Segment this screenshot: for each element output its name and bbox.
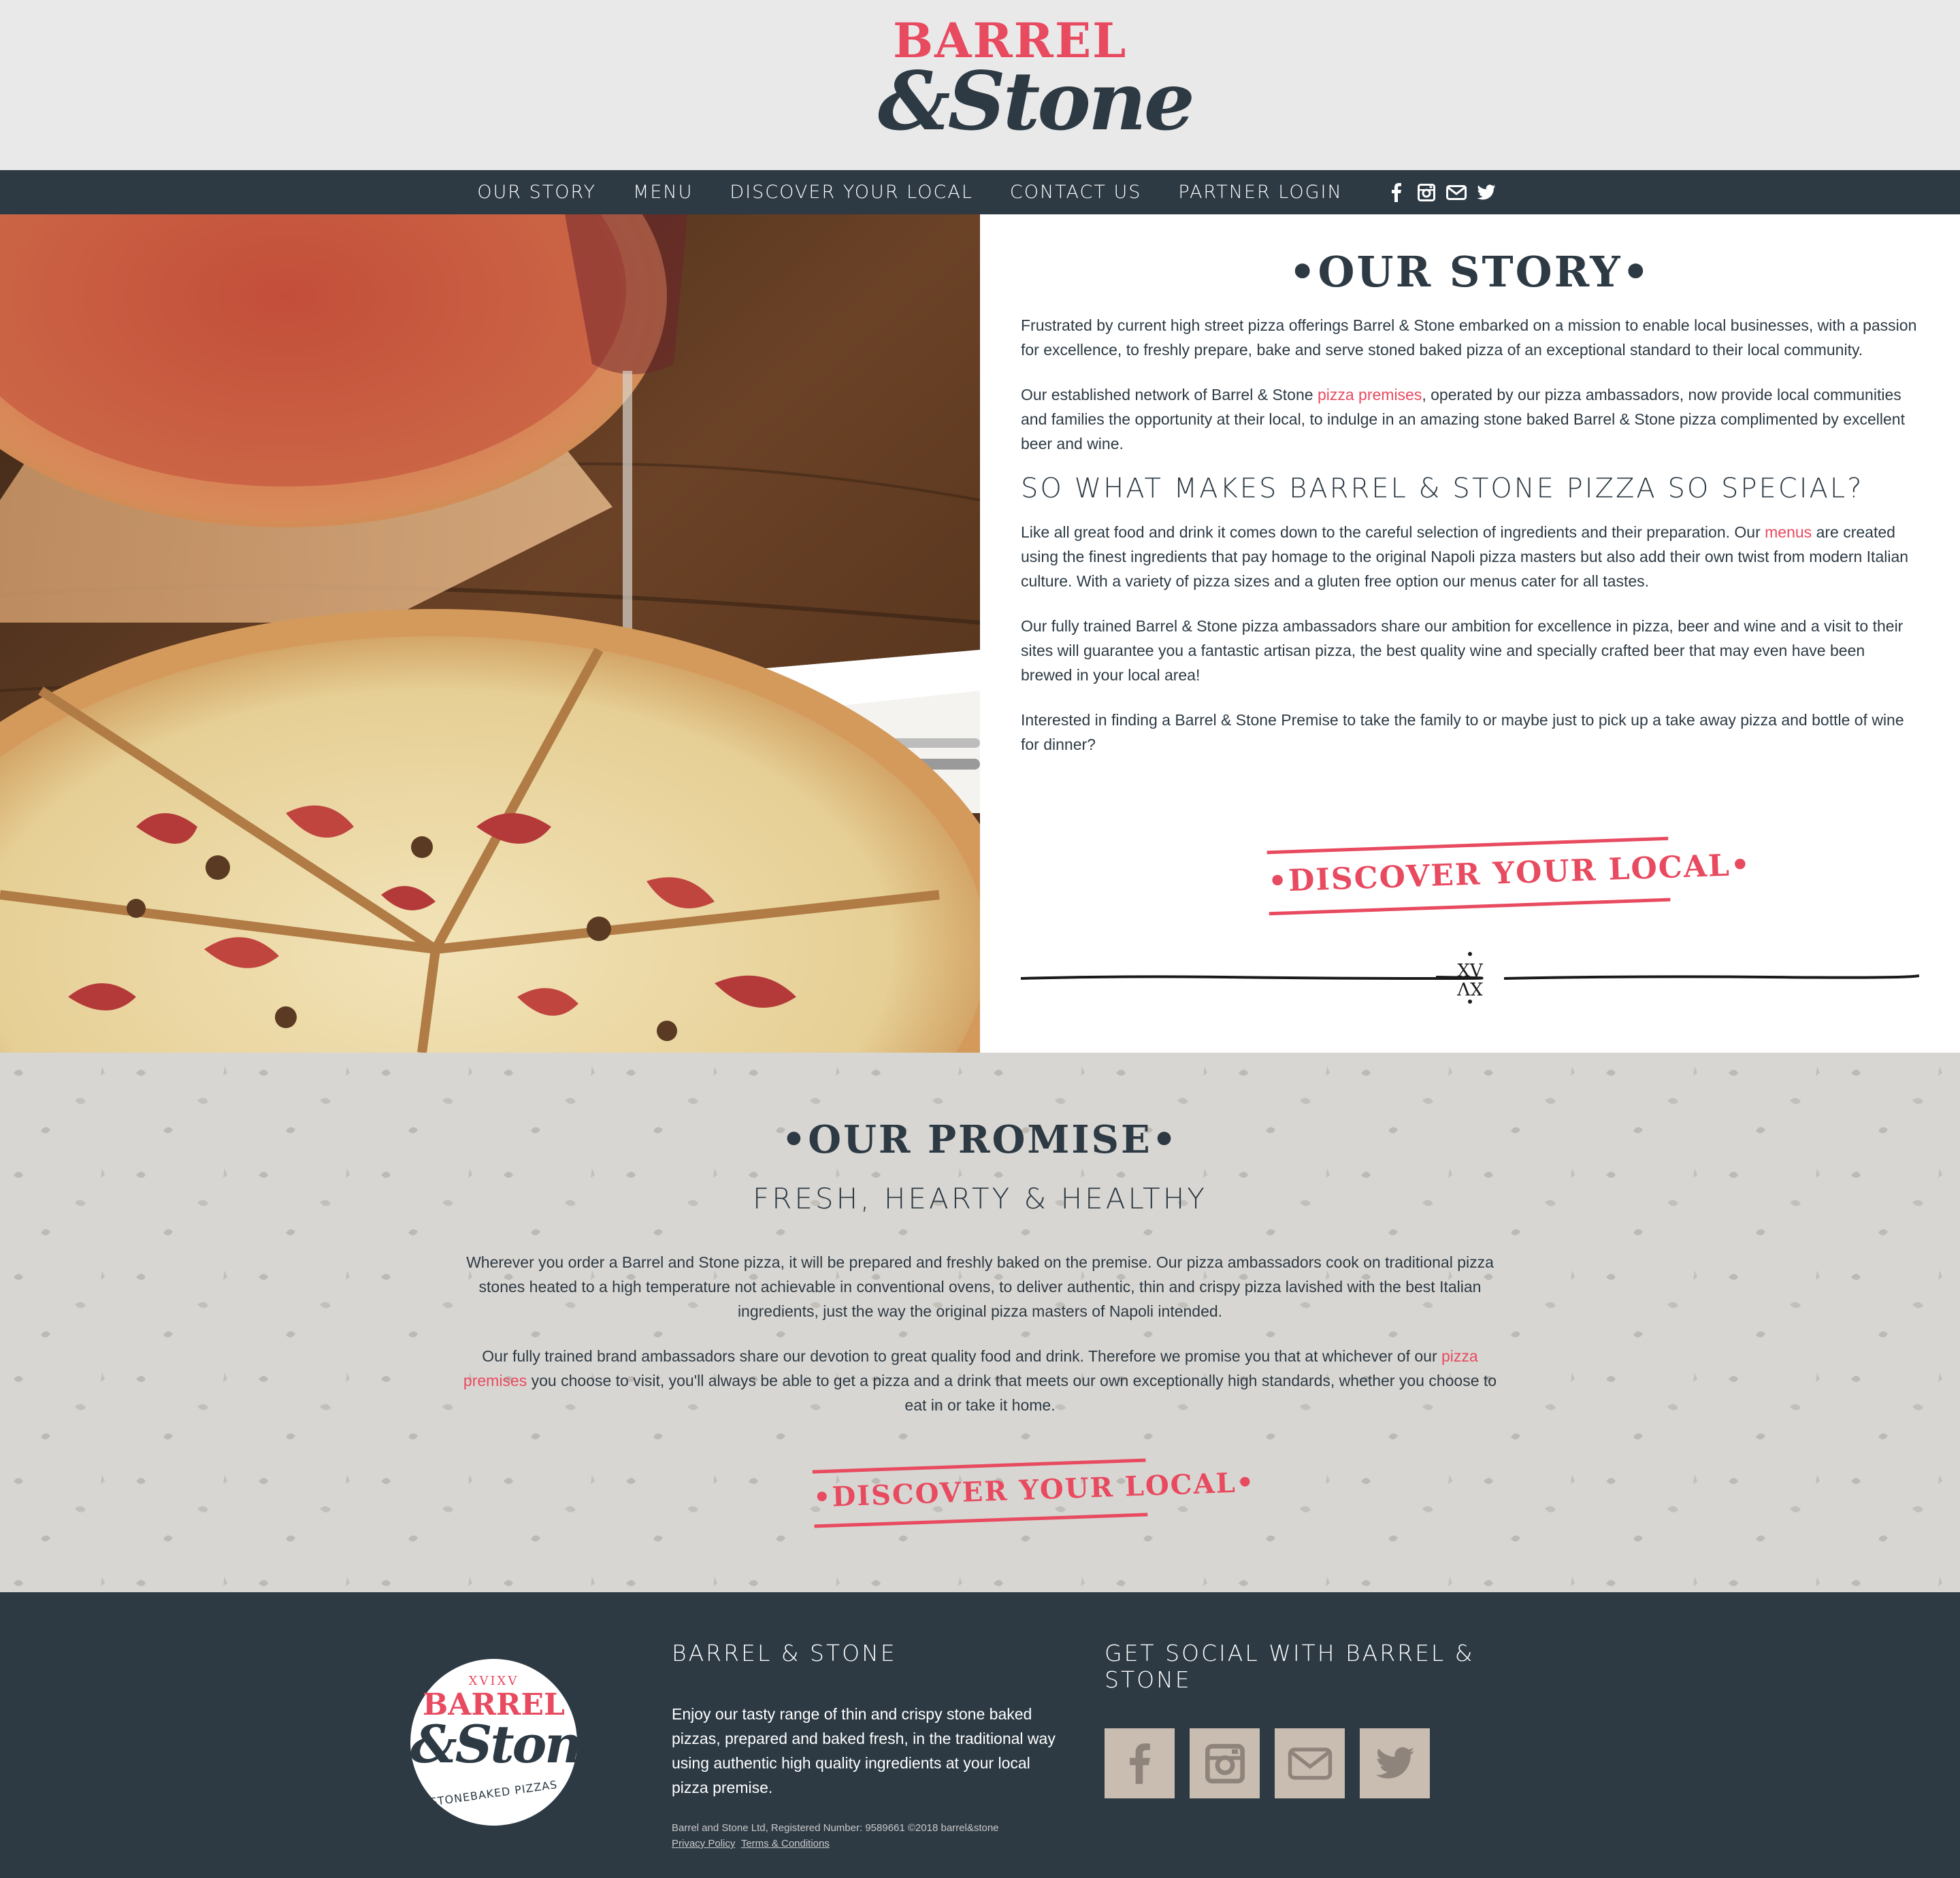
- mail-icon[interactable]: [1446, 182, 1467, 203]
- pizza-photo: [0, 214, 980, 1053]
- instagram-button[interactable]: [1190, 1728, 1260, 1798]
- promise-paragraph-1: Wherever you order a Barrel and Stone pi…: [466, 1253, 1494, 1320]
- footer-legal: Barrel and Stone Ltd, Registered Number:…: [672, 1822, 999, 1834]
- story-p2-text: Our established network of Barrel & Ston…: [1021, 386, 1318, 403]
- discover-your-local-button[interactable]: •DISCOVER YOUR LOCAL•: [1267, 836, 1752, 916]
- instagram-icon: [1205, 1743, 1245, 1783]
- our-story-section: •OUR STORY• Frustrated by current high s…: [980, 214, 1960, 1053]
- discover-your-local-button[interactable]: •DISCOVER YOUR LOCAL•: [812, 1458, 1256, 1528]
- menus-link[interactable]: menus: [1765, 523, 1812, 541]
- section-divider: XV XV: [1020, 946, 1920, 1007]
- nav-social-icons: [1382, 182, 1501, 203]
- pizza-premises-link[interactable]: pizza premises: [1318, 386, 1422, 403]
- facebook-button[interactable]: [1105, 1728, 1175, 1798]
- footer-logo-tagline: STONEBAKED PIZZAS: [429, 1777, 559, 1809]
- our-promise-section: •OUR PROMISE• FRESH, HEARTY & HEALTHY Wh…: [0, 1053, 1960, 1592]
- footer-logo[interactable]: XVIXV BARREL &Stone STONEBAKED PIZZAS: [410, 1659, 613, 1826]
- nav-contact-us[interactable]: CONTACT US: [1010, 182, 1142, 203]
- footer-brand-heading: BARREL & STONE: [672, 1640, 897, 1666]
- privacy-policy-link[interactable]: Privacy Policy: [672, 1838, 735, 1849]
- footer-links: Privacy Policy Terms & Conditions: [672, 1838, 1060, 1850]
- site-footer: XVIXV BARREL &Stone STONEBAKED PIZZAS BA…: [0, 1592, 1960, 1878]
- terms-conditions-link[interactable]: Terms & Conditions: [741, 1838, 830, 1849]
- instagram-icon[interactable]: [1416, 182, 1437, 203]
- footer-social: GET SOCIAL WITH BARREL & STONE: [1105, 1640, 1513, 1798]
- twitter-icon[interactable]: [1475, 182, 1497, 203]
- promise-subtitle: FRESH, HEARTY & HEALTHY: [753, 1182, 1207, 1215]
- story-p3-text: Like all great food and drink it comes d…: [1021, 523, 1765, 541]
- footer-description: Enjoy our tasty range of thin and crispy…: [672, 1705, 1056, 1796]
- nav-menu[interactable]: MENU: [633, 182, 693, 203]
- story-paragraph-5: Interested in finding a Barrel & Stone P…: [1021, 711, 1904, 753]
- story-paragraph-1: Frustrated by current high street pizza …: [1021, 316, 1917, 359]
- main-nav: OUR STORY MENU DISCOVER YOUR LOCAL CONTA…: [0, 170, 1960, 214]
- site-header: BARREL &Stone: [0, 0, 1960, 170]
- our-promise-title: •OUR PROMISE•: [781, 1117, 1179, 1162]
- our-story-title: •OUR STORY•: [1288, 247, 1652, 297]
- promise-p2-text: Our fully trained brand ambassadors shar…: [482, 1347, 1442, 1365]
- promise-p2-text-end: you choose to visit, you'll always be ab…: [527, 1372, 1497, 1414]
- mail-button[interactable]: [1275, 1728, 1345, 1798]
- mail-icon: [1288, 1747, 1332, 1779]
- story-paragraph-2: Our established network of Barrel & Ston…: [1021, 382, 1919, 456]
- footer-logo-stone: &Stone: [410, 1714, 613, 1775]
- special-heading: SO WHAT MAKES BARREL & STONE PIZZA SO SP…: [1021, 473, 1864, 504]
- facebook-icon[interactable]: [1386, 182, 1407, 203]
- story-paragraph-3: Like all great food and drink it comes d…: [1021, 520, 1919, 593]
- logo-stone-text: &Stone: [878, 54, 1195, 148]
- nav-partner-login[interactable]: PARTNER LOGIN: [1178, 182, 1342, 203]
- divider-mark-flipped: XV: [1456, 978, 1483, 998]
- footer-about: BARREL & STONE Enjoy our tasty range of …: [672, 1640, 1060, 1850]
- promise-paragraph-2: Our fully trained brand ambassadors shar…: [453, 1344, 1507, 1417]
- footer-social-heading: GET SOCIAL WITH BARREL & STONE: [1105, 1640, 1475, 1693]
- our-story-body: Frustrated by current high street pizza …: [1021, 313, 1919, 777]
- facebook-icon: [1129, 1743, 1150, 1784]
- promise-body: Wherever you order a Barrel and Stone pi…: [453, 1250, 1507, 1438]
- brand-logo[interactable]: BARREL &Stone: [878, 17, 1195, 160]
- social-buttons: [1105, 1728, 1513, 1798]
- nav-discover-your-local[interactable]: DISCOVER YOUR LOCAL: [730, 182, 973, 203]
- twitter-icon: [1375, 1747, 1414, 1779]
- twitter-button[interactable]: [1360, 1728, 1430, 1798]
- story-paragraph-4: Our fully trained Barrel & Stone pizza a…: [1021, 617, 1904, 684]
- nav-our-story[interactable]: OUR STORY: [477, 182, 596, 203]
- footer-logo-numerals: XVIXV: [468, 1674, 519, 1688]
